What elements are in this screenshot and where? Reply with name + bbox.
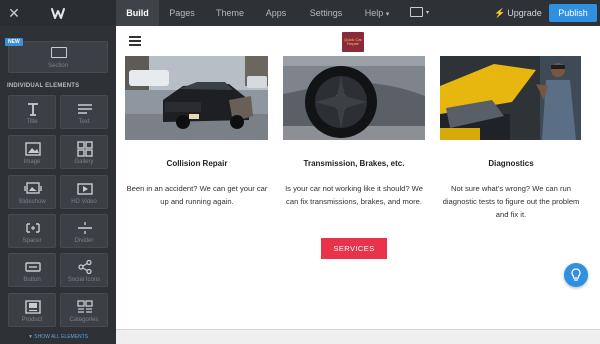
tile-button[interactable]: Button [8,253,56,287]
service-title: Diagnostics [488,159,534,168]
site-header: Quick Car Repair [116,26,600,56]
weebly-logo-icon [51,8,65,19]
site-logo[interactable]: Quick Car Repair [342,32,364,52]
tile-social-icons[interactable]: Social Icons [60,253,108,287]
top-nav-bar: Build Pages Theme Apps Settings Help ▾ ▾… [116,0,600,26]
chevron-down-icon[interactable]: ▾ [426,9,429,16]
tile-label: Product [21,317,43,323]
sidebar-header: ✕ [0,0,116,26]
tile-label: Slideshow [18,199,46,205]
tab-settings[interactable]: Settings [304,0,348,26]
device-preview-icon[interactable] [410,7,423,17]
transmission-photo [283,56,425,140]
collision-photo [125,56,268,140]
tile-title[interactable]: Title [8,95,56,129]
bolt-icon: ⚡ [494,8,506,18]
tile-label: Categories [69,317,99,323]
tile-gallery[interactable]: Gallery [60,135,108,169]
tile-slideshow[interactable]: Slideshow [8,175,56,209]
service-title: Transmission, Brakes, etc. [303,159,405,168]
site-page: Quick Car Repair Collision Repair Transm… [116,26,600,329]
tile-image[interactable]: Image [8,135,56,169]
services-button[interactable]: SERVICES [321,238,387,259]
sidebar-heading: INDIVIDUAL ELEMENTS [7,83,80,89]
tile-label: Section [47,63,68,69]
close-icon[interactable]: ✕ [6,5,22,21]
tab-help-label: Help [364,8,384,18]
product-icon [25,300,41,314]
chevron-down-icon: ▾ [385,11,390,18]
elements-sidebar: ✕ Section NEW INDIVIDUAL ELEMENTS Title … [0,0,116,344]
image-icon [25,142,41,156]
service-description: Not sure what's wrong? We can run diagno… [442,184,580,219]
service-description: Been in an accident? We can get your car… [126,184,268,206]
share-icon [78,259,92,275]
text-icon [78,104,92,114]
categories-icon [77,300,93,313]
video-icon [77,183,93,195]
lightbulb-icon [571,268,581,281]
tile-spacer[interactable]: Spacer [8,214,56,248]
tile-divider[interactable]: Divider [60,214,108,248]
tile-label: Title [26,119,38,125]
gallery-icon [77,141,93,157]
button-icon [25,262,41,272]
tab-help[interactable]: Help ▾ [360,0,394,26]
editor-canvas: Quick Car Repair Collision Repair Transm… [116,26,600,344]
tile-categories[interactable]: Categories [60,293,108,327]
tab-build[interactable]: Build [116,0,159,26]
spacer-icon [26,223,40,233]
diagnostics-photo [440,56,581,140]
show-all-elements-link[interactable]: ▼ SHOW ALL ELEMENTS [0,334,116,340]
tile-label: Image [23,159,41,165]
tile-label: Button [23,277,41,283]
tab-apps[interactable]: Apps [260,0,292,26]
tile-label: HD Video [71,199,97,205]
upgrade-button[interactable]: ⚡ Upgrade [494,0,542,26]
tile-label: Text [78,119,90,125]
hamburger-menu-icon[interactable] [129,36,141,46]
title-icon [28,103,38,116]
service-description: Is your car not working like it should? … [285,184,423,206]
tab-pages[interactable]: Pages [164,0,200,26]
tile-label: Social Icons [67,277,101,283]
tile-text[interactable]: Text [60,95,108,129]
help-bubble[interactable] [564,263,588,287]
new-badge: NEW [5,38,23,46]
site-logo-text: Quick Car Repair [344,37,362,46]
upgrade-label: Upgrade [507,8,542,18]
tile-label: Gallery [74,159,94,165]
section-tile[interactable]: Section [8,41,108,73]
editor-window: ✕ Section NEW INDIVIDUAL ELEMENTS Title … [0,0,600,344]
slideshow-icon [24,182,42,194]
service-title: Collision Repair [166,159,228,168]
tile-product[interactable]: Product [8,293,56,327]
publish-button[interactable]: Publish [549,4,597,22]
divider-icon [78,222,92,234]
tab-theme[interactable]: Theme [210,0,250,26]
page-divider [116,329,600,330]
section-icon [51,47,67,58]
tile-label: Spacer [22,238,42,244]
tile-hd-video[interactable]: HD Video [60,175,108,209]
tile-label: Divider [74,238,94,244]
